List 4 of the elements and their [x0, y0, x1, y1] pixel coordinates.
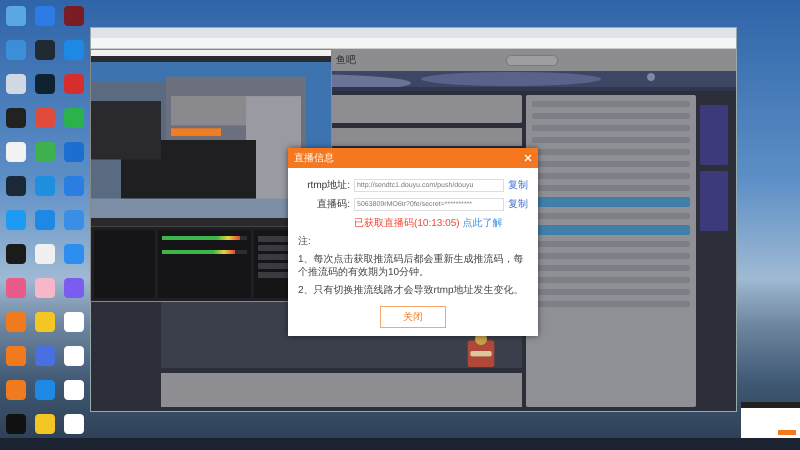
note-text: 2、只有切换推流线路才会导致rtmp地址发生变化。: [298, 284, 525, 297]
status-text: 已获取直播码(10:13:05) 点此了解: [353, 216, 504, 230]
note-text: 1、每次点击获取推流码后都会重新生成推流码，每个推流码的有效期为10分钟。: [298, 253, 525, 279]
note-title: 注:: [298, 235, 312, 248]
